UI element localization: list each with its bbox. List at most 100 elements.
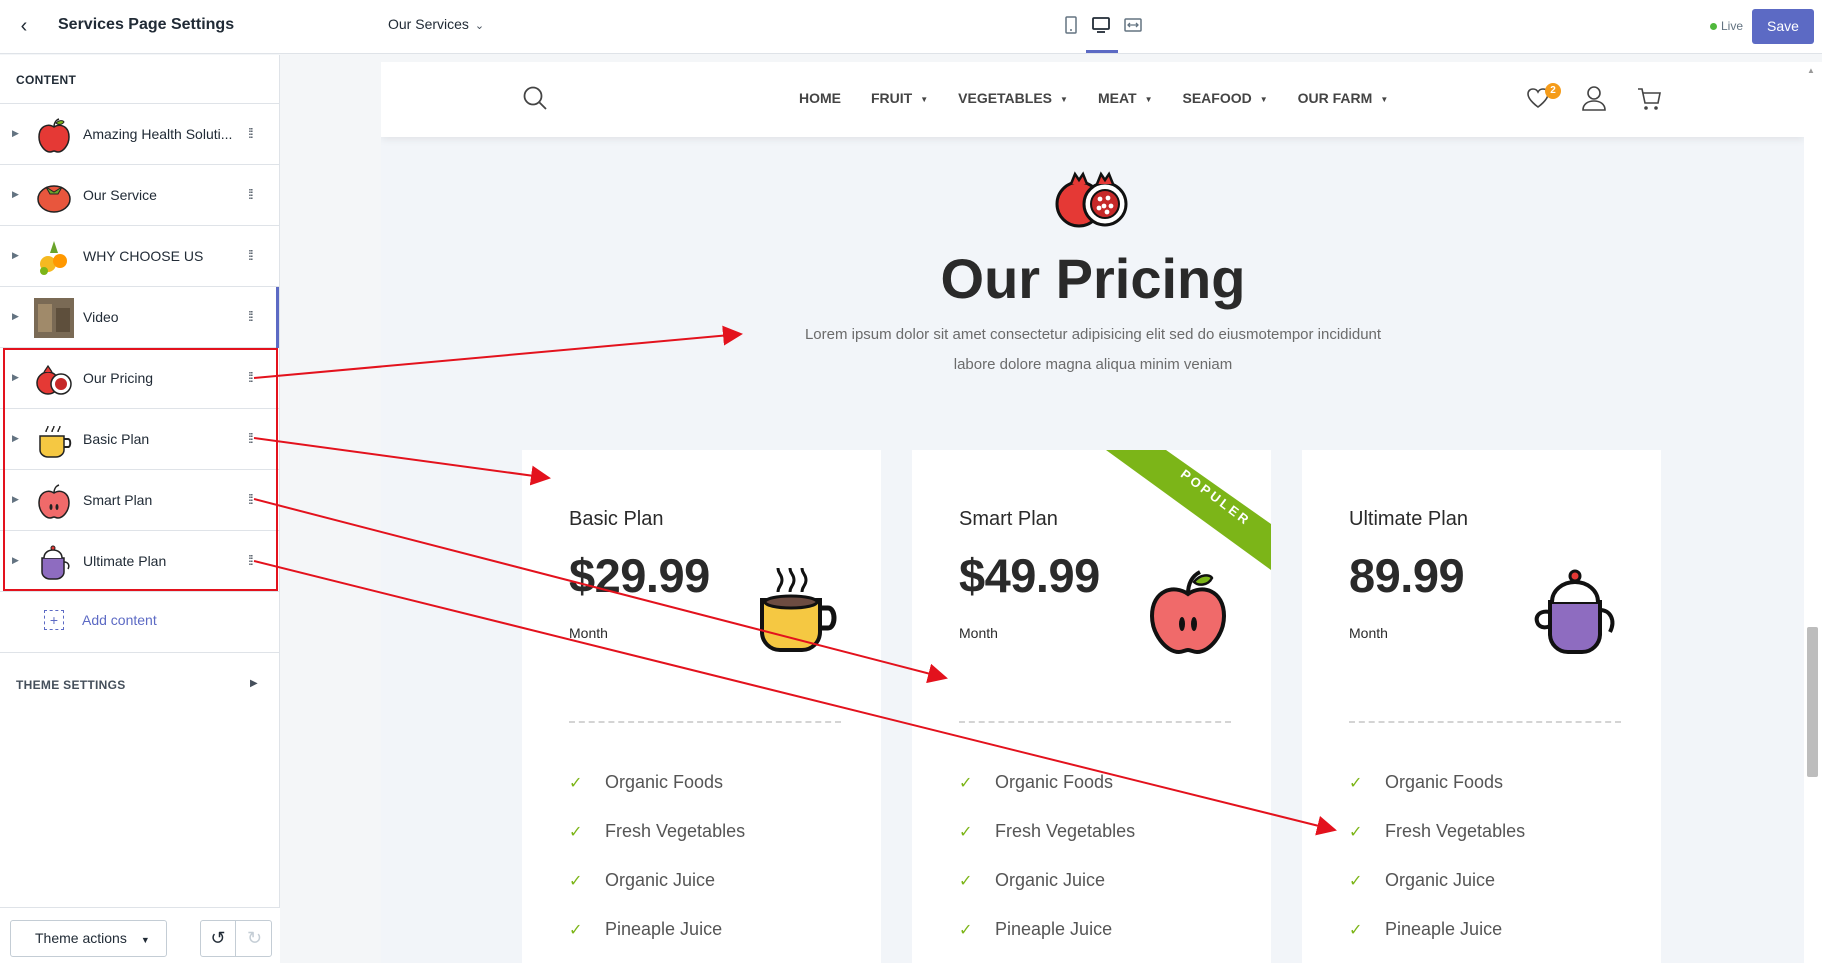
- nav-vegetables[interactable]: VEGETABLES ▼: [958, 90, 1068, 106]
- theme-settings-heading[interactable]: THEME SETTINGS: [16, 678, 126, 692]
- sidebar-item-why-choose-us[interactable]: ▶ WHY CHOOSE US ⁞⁞: [0, 226, 280, 287]
- check-icon: ✓: [569, 922, 583, 939]
- search-icon[interactable]: [521, 84, 549, 112]
- scrollbar-thumb[interactable]: [1807, 627, 1818, 777]
- pricing-card-ultimate: Ultimate Plan 89.99 Month ✓ Organic Foods…: [1302, 450, 1661, 963]
- nav-label: FRUIT: [871, 90, 913, 106]
- main-nav: HOME FRUIT ▼ VEGETABLES ▼ MEAT ▼ SEAFOOD ▼ O…: [799, 90, 1388, 106]
- feature-item: ✓ Organic Foods: [1349, 772, 1503, 793]
- nav-label: VEGETABLES: [958, 90, 1053, 106]
- check-icon: ✓: [959, 824, 973, 841]
- expand-caret-icon[interactable]: ▶: [12, 311, 19, 322]
- drag-handle-icon[interactable]: ⁞⁞: [248, 308, 254, 324]
- divider: [569, 721, 841, 723]
- drag-handle-icon[interactable]: ⁞⁞: [248, 186, 254, 202]
- store-preview: HOME FRUIT ▼ VEGETABLES ▼ MEAT ▼ SEAFOOD ▼ O…: [381, 62, 1805, 963]
- check-icon: ✓: [959, 922, 973, 939]
- live-label: Live: [1721, 19, 1744, 33]
- sidebar-item-label: Our Service: [83, 187, 157, 203]
- active-item-indicator: [276, 287, 279, 348]
- check-icon: ✓: [1349, 922, 1363, 939]
- feature-label: Fresh Vegetables: [605, 821, 746, 841]
- sidebar-footer: Theme actions ▼ ↺ ↻: [0, 907, 280, 963]
- nav-seafood[interactable]: SEAFOOD ▼: [1182, 90, 1267, 106]
- content-heading: CONTENT: [16, 73, 77, 87]
- theme-actions-button[interactable]: Theme actions ▼: [10, 920, 167, 957]
- apple-thumb-icon: [38, 118, 70, 153]
- feature-item: ✓ Organic Juice: [1349, 870, 1495, 891]
- fruit-thumb-icon: [40, 241, 67, 275]
- fullwidth-view-icon[interactable]: [1122, 16, 1144, 38]
- user-icon[interactable]: [1581, 84, 1607, 112]
- add-content-button[interactable]: + Add content: [44, 610, 157, 630]
- back-arrow-icon[interactable]: ‹: [12, 14, 36, 38]
- mobile-view-icon[interactable]: [1060, 16, 1082, 38]
- plan-name: Smart Plan: [959, 508, 1058, 530]
- nav-meat[interactable]: MEAT ▼: [1098, 90, 1153, 106]
- nav-fruit[interactable]: FRUIT ▼: [871, 90, 928, 106]
- plan-price: 89.99: [1349, 549, 1465, 602]
- plan-name: Ultimate Plan: [1349, 508, 1468, 530]
- apple-icon: [1149, 570, 1227, 655]
- feature-label: Pineaple Juice: [995, 919, 1113, 939]
- check-icon: ✓: [959, 775, 973, 792]
- plan-period: Month: [1349, 625, 1388, 641]
- plan-period: Month: [959, 625, 998, 641]
- divider: [959, 721, 1231, 723]
- drag-handle-icon[interactable]: ⁞⁞: [248, 247, 254, 263]
- chevron-right-icon[interactable]: ▶: [250, 678, 258, 689]
- feature-item: ✓ Organic Juice: [959, 870, 1105, 891]
- plan-price: $29.99: [569, 549, 710, 602]
- redo-icon[interactable]: ↻: [237, 921, 272, 956]
- feature-item: ✓ Organic Foods: [569, 772, 723, 793]
- drag-handle-icon[interactable]: ⁞⁞: [248, 125, 254, 141]
- feature-item: ✓ Organic Juice: [569, 870, 715, 891]
- desktop-view-icon[interactable]: [1090, 16, 1112, 38]
- check-icon: ✓: [569, 775, 583, 792]
- sidebar-item-label: Video: [83, 309, 119, 325]
- mug-icon: [760, 567, 837, 652]
- dropdown-caret-icon: ▼: [140, 935, 150, 945]
- feature-item: ✓ Pineaple Juice: [569, 919, 722, 940]
- sidebar-item-amazing-health[interactable]: ▶ Amazing Health Soluti... ⁞⁞: [0, 104, 280, 165]
- sidebar-item-our-service[interactable]: ▶ Our Service ⁞⁞: [0, 165, 280, 226]
- check-icon: ✓: [1349, 775, 1363, 792]
- nav-label: HOME: [799, 90, 841, 106]
- section-description: Lorem ipsum dolor sit amet consectetur a…: [804, 326, 1382, 373]
- plan-period: Month: [569, 625, 608, 641]
- nav-label: OUR FARM: [1297, 90, 1373, 106]
- page-selector[interactable]: Our Services ⌄: [388, 16, 484, 32]
- nav-our-farm[interactable]: OUR FARM ▼: [1298, 90, 1389, 106]
- feature-label: Fresh Vegetables: [1385, 821, 1526, 841]
- preview-scrollbar[interactable]: [1804, 62, 1822, 963]
- popular-ribbon: POPULER: [1106, 450, 1271, 570]
- check-icon: ✓: [1349, 873, 1363, 890]
- chevron-down-icon: ⌄: [474, 20, 485, 32]
- section-title: Our Pricing: [940, 247, 1246, 310]
- sidebar-item-label: WHY CHOOSE US: [83, 248, 204, 264]
- editor-topbar: ‹ Services Page Settings Our Services ⌄ L…: [0, 0, 1822, 54]
- dropdown-caret-icon: ▼: [1144, 94, 1153, 104]
- tomato-thumb-icon: [37, 185, 71, 213]
- expand-caret-icon[interactable]: ▶: [12, 128, 19, 139]
- feature-label: Organic Juice: [995, 870, 1106, 890]
- plan-name: Basic Plan: [569, 508, 664, 530]
- site-header: HOME FRUIT ▼ VEGETABLES ▼ MEAT ▼ SEAFOOD ▼ O…: [381, 62, 1805, 137]
- plan-price: $49.99: [959, 549, 1100, 602]
- save-button[interactable]: Save: [1752, 9, 1814, 44]
- nav-home[interactable]: HOME: [799, 90, 841, 106]
- undo-icon[interactable]: ↺: [201, 921, 236, 956]
- live-status: Live: [1710, 19, 1743, 33]
- sidebar-item-video[interactable]: ▶ Video ⁞⁞: [0, 287, 280, 348]
- divider: [0, 652, 280, 653]
- feature-item: ✓ Fresh Vegetables: [1349, 821, 1525, 842]
- expand-caret-icon[interactable]: ▶: [12, 250, 19, 261]
- cart-icon[interactable]: [1636, 86, 1662, 112]
- page-selector-label: Our Services: [388, 16, 469, 32]
- feature-item: ✓ Pineaple Juice: [959, 919, 1112, 940]
- wishlist-count-badge: 2: [1545, 83, 1561, 99]
- dropdown-caret-icon: ▼: [1259, 94, 1268, 104]
- scroll-up-icon[interactable]: ▲: [1807, 66, 1815, 75]
- sidebar-title: Services Page Settings: [58, 16, 235, 33]
- expand-caret-icon[interactable]: ▶: [12, 189, 19, 200]
